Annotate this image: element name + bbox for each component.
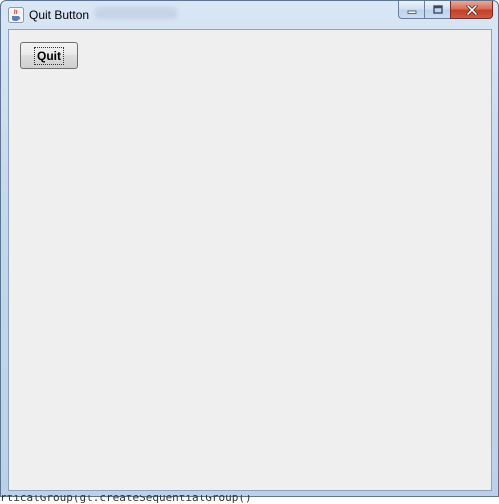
window-title: Quit Button (29, 8, 90, 22)
minimize-button[interactable] (398, 1, 424, 19)
background-code-line: rticalGroup(gl.createSequentialGroup() (0, 495, 252, 504)
caption-buttons (398, 1, 493, 20)
close-button[interactable] (450, 1, 493, 19)
background-code-text: rticalGroup(gl.createSequentialGroup() (0, 495, 499, 504)
quit-button-label: Quit (34, 46, 64, 65)
maximize-icon (432, 5, 443, 14)
minimize-icon (407, 10, 416, 14)
java-cup-icon (8, 7, 24, 23)
close-icon (466, 4, 477, 15)
blurred-background-text (95, 7, 177, 19)
maximize-button[interactable] (424, 1, 450, 19)
app-window: Quit Button Quit (0, 0, 499, 497)
content-panel: Quit (8, 29, 492, 491)
quit-button[interactable]: Quit (20, 42, 78, 69)
title-bar[interactable]: Quit Button (1, 1, 498, 29)
